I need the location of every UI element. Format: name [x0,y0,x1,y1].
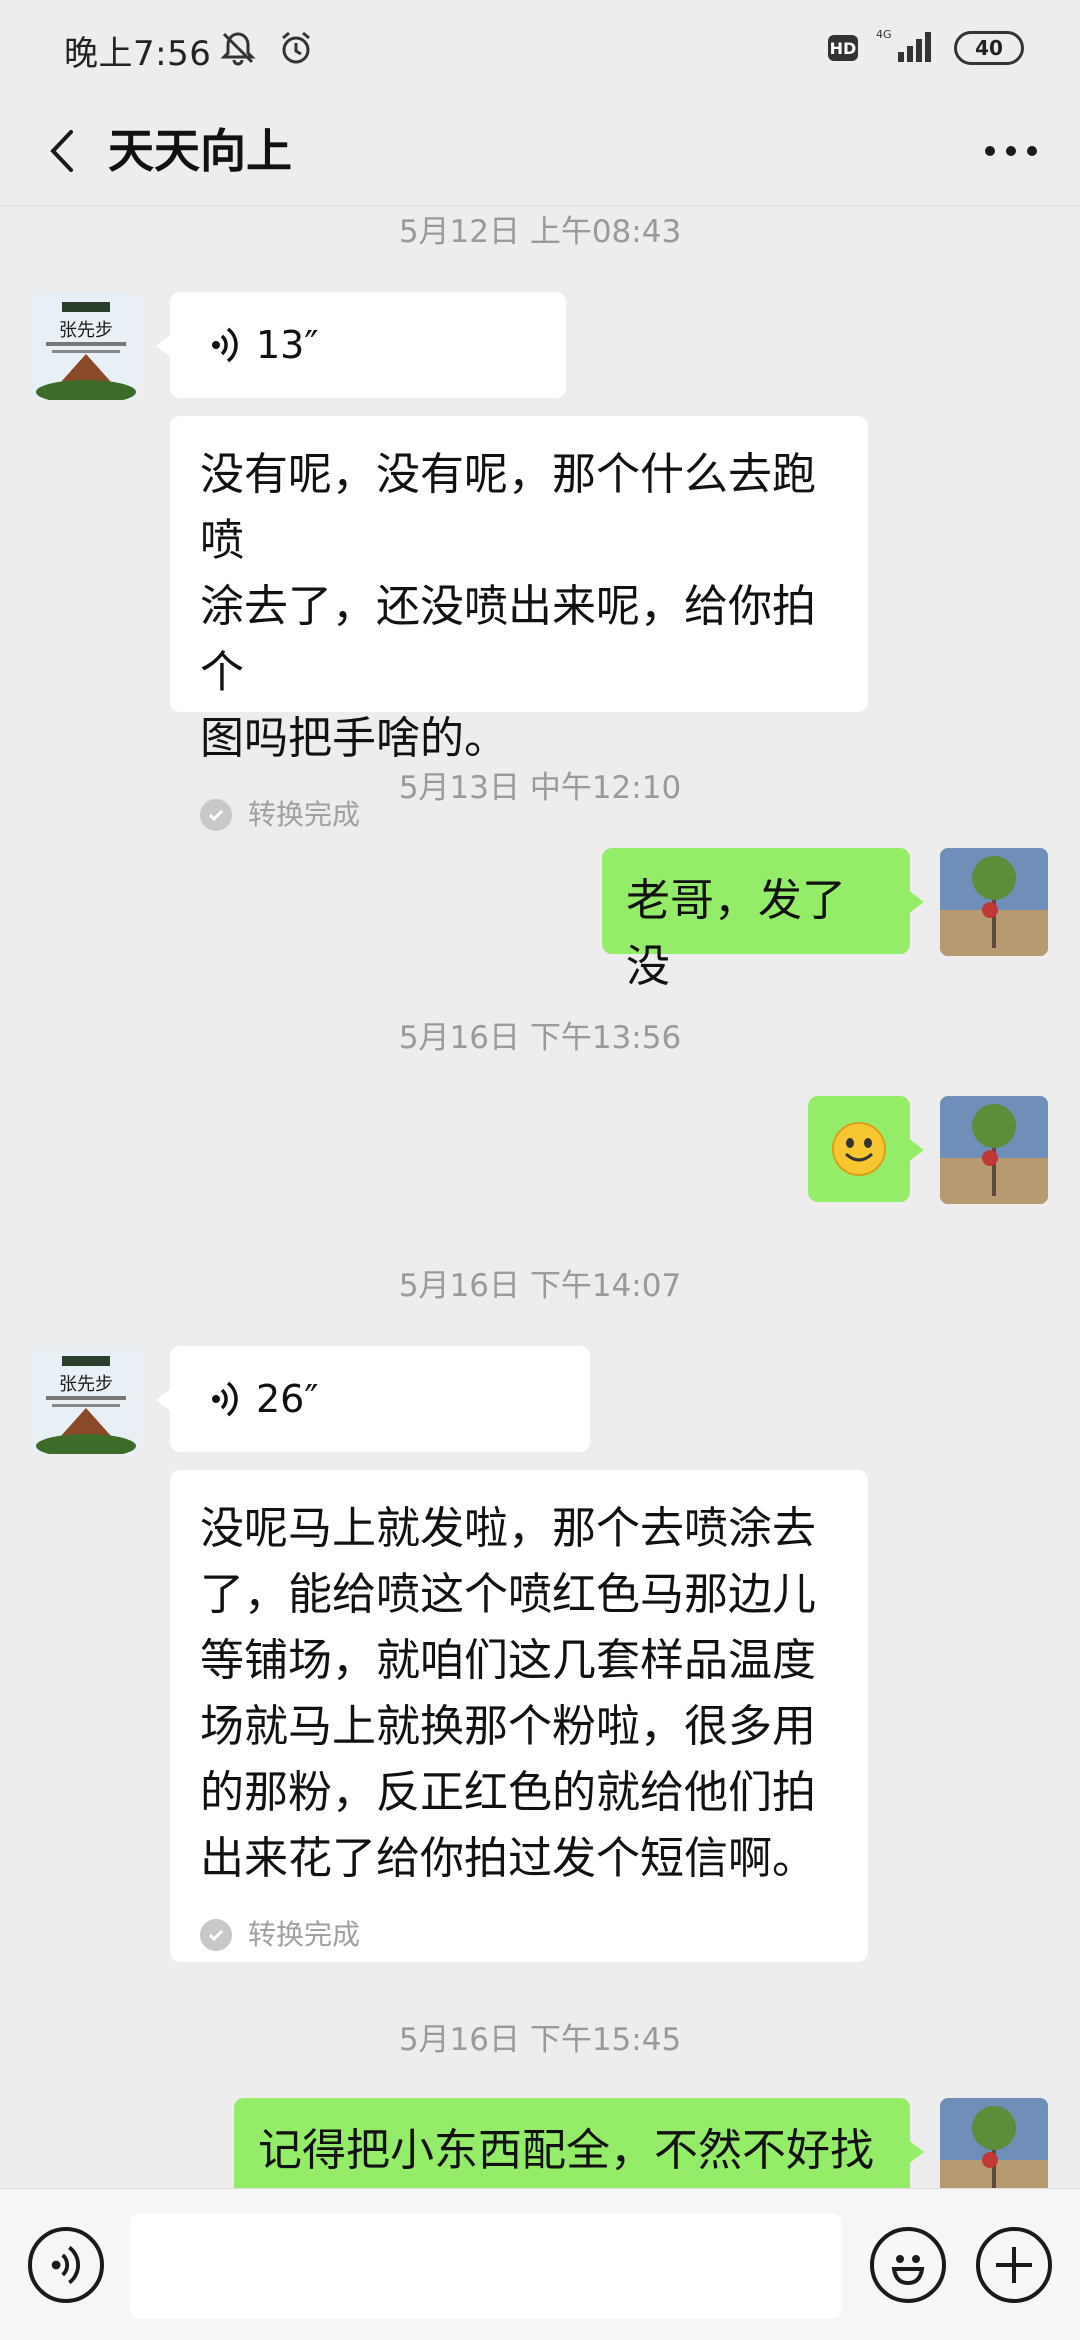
plus-icon [996,2247,1032,2283]
message-text: 记得把小东西配全，不然不好找 [258,2125,874,2176]
transcript-status: 转换完成 [248,1918,361,1951]
voice-wave-icon [212,327,238,363]
hd-badge: HD [828,35,858,61]
voice-input-button[interactable] [28,2227,104,2303]
timestamp: 5月16日 下午15:45 [398,2022,682,2058]
voice-wave-icon [212,1381,238,1417]
timestamp: 5月16日 下午13:56 [398,1020,682,1056]
more-options-button[interactable] [966,116,1056,186]
sent-emoji-message[interactable] [808,1096,924,1202]
voice-duration: 13″ [256,323,319,367]
emoji-button[interactable] [870,2227,946,2303]
my-avatar[interactable] [940,848,1048,956]
my-avatar[interactable] [940,1096,1048,1204]
alarm-icon [276,28,316,72]
voice-message[interactable]: 13″ [156,292,566,398]
status-icons-left [218,28,316,72]
sent-text-message[interactable]: 记得把小东西配全，不然不好找 [234,2098,924,2188]
avatar-text: 张先步 [59,320,113,341]
chat-title: 天天向上 [108,124,292,178]
more-dots-icon [985,146,1037,156]
input-bar [0,2188,1080,2340]
more-functions-button[interactable] [976,2227,1052,2303]
contact-avatar[interactable]: 张先步 [32,292,140,400]
check-icon [200,1919,232,1951]
chevron-left-icon [50,130,73,172]
emoji-face-icon [891,2255,925,2286]
battery-indicator: 40 [954,31,1024,65]
voice-transcript[interactable]: 没呢马上就发啦，那个去喷涂去 了，能给喷这个喷红色马那边儿 等铺场，就咱们这几套… [170,1470,868,1962]
voice-message[interactable]: 26″ [156,1346,590,1452]
smile-emoji-icon [832,1122,886,1176]
transcript-text: 没有呢，没有呢，那个什么去跑喷 涂去了，还没喷出来呢，给你拍个 图吗把手啥的。 [200,449,816,764]
back-button[interactable] [28,116,98,186]
transcript-text: 没呢马上就发啦，那个去喷涂去 了，能给喷这个喷红色马那边儿 等铺场，就咱们这几套… [200,1503,816,1884]
status-bar: 晚上7:56 HD 4G 40 [0,0,1080,96]
chat-message-list[interactable]: 5月12日 上午08:43 张先步 13″ 没有呢，没有呢，那个什么去跑喷 涂去… [0,206,1080,2188]
status-icons-right: HD 4G 40 [828,28,1024,68]
voice-wave-icon [51,2245,80,2285]
avatar-text: 张先步 [59,1374,113,1395]
timestamp: 5月12日 上午08:43 [398,214,682,250]
timestamp: 5月16日 下午14:07 [398,1268,682,1304]
voice-duration: 26″ [256,1377,319,1421]
status-time: 晚上7:56 [64,34,212,74]
mute-icon [218,28,258,72]
voice-transcript[interactable]: 没有呢，没有呢，那个什么去跑喷 涂去了，还没喷出来呢，给你拍个 图吗把手啥的。 … [170,416,868,831]
sent-text-message[interactable]: 老哥，发了没 [602,848,924,992]
timestamp: 5月13日 中午12:10 [398,770,682,806]
chat-header: 天天向上 [0,96,1080,206]
signal-icon: 4G [876,28,936,68]
contact-avatar[interactable]: 张先步 [32,1346,140,1454]
message-text: 老哥，发了没 [626,875,846,992]
message-input[interactable] [130,2213,842,2319]
network-label: 4G [876,28,892,41]
my-avatar[interactable] [940,2098,1048,2188]
